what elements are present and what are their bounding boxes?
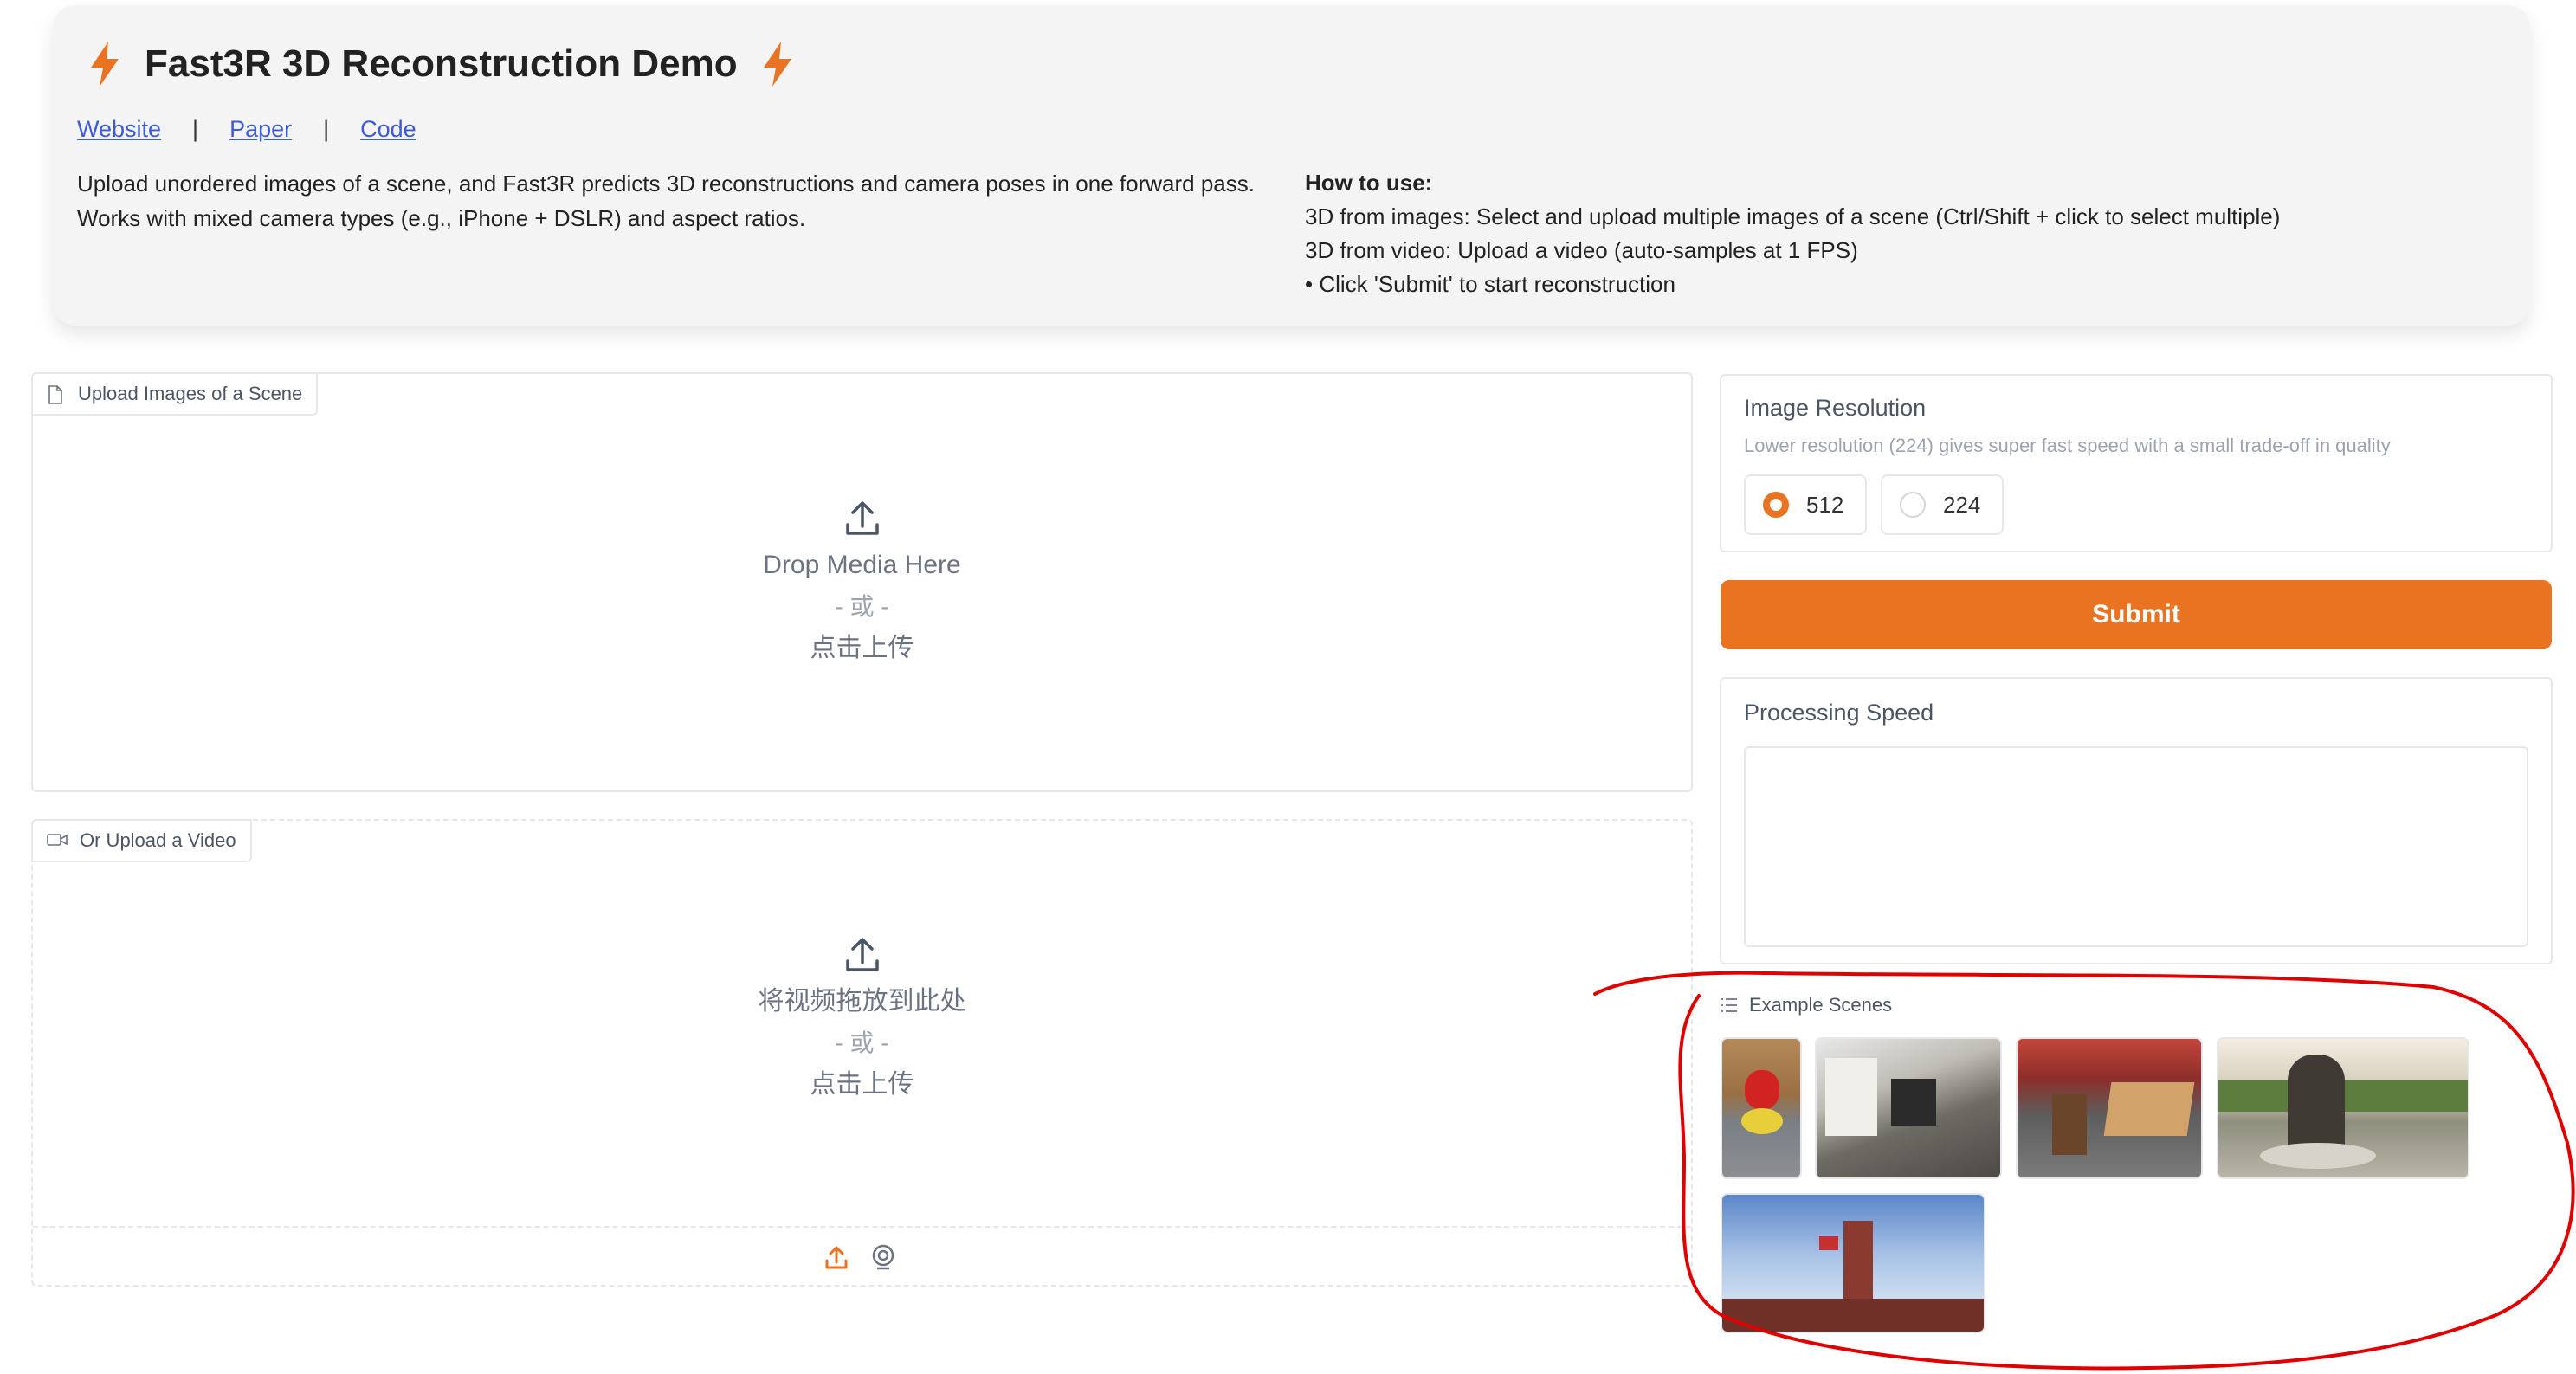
red-annotation-circle	[1593, 971, 2575, 1371]
